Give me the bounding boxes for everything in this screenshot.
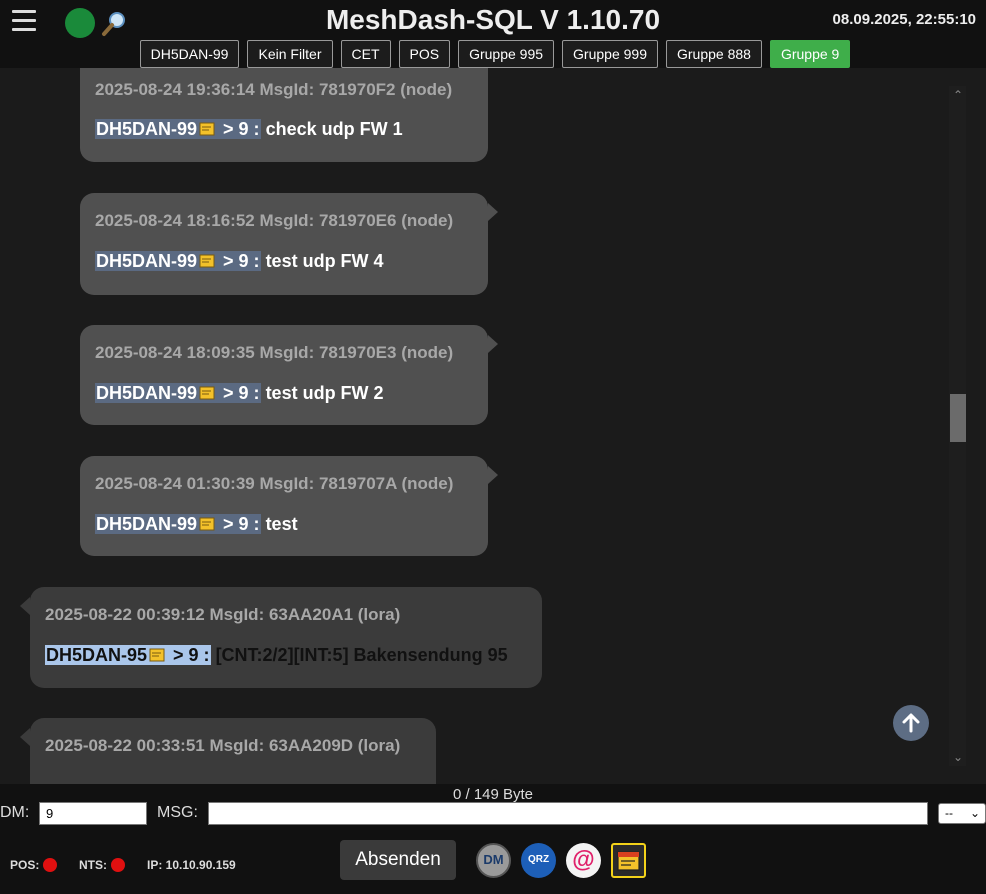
message-line: DH5DAN-99 > 9 : test udp FW 2 [95,383,384,404]
note-icon [149,646,166,662]
sender-callsign[interactable]: DH5DAN-99 > 9 : [95,251,261,271]
message-text: test [260,514,298,534]
chevron-down-icon[interactable]: ⌄ [953,750,963,764]
message-line: DH5DAN-99 > 9 : check udp FW 1 [95,119,403,140]
sender-callsign[interactable]: DH5DAN-95 > 9 : [45,645,211,665]
filter-button-none[interactable]: Kein Filter [247,40,333,68]
message-meta: 2025-08-24 18:16:52 MsgId: 781970E6 (nod… [95,211,454,230]
message-bubble: 2025-08-22 00:39:12 MsgId: 63AA20A1 (lor… [20,587,542,688]
message-meta: 2025-08-24 18:09:35 MsgId: 781970E3 (nod… [95,343,454,362]
search-icon[interactable] [100,10,128,38]
message-bubble: 2025-08-22 00:33:51 MsgId: 63AA209D (lor… [20,718,436,784]
message-text: [CNT:2/2][INT:5] Bakensendung 95 [210,645,508,665]
qrz-icon[interactable]: QRZ [521,843,556,878]
message-line: DH5DAN-99 > 9 : test udp FW 4 [95,251,384,272]
message-bubble: 2025-08-24 01:30:39 MsgId: 7819707A (nod… [80,456,498,556]
compose-panel: 0 / 149 Byte DM: MSG: -- ⌄ POS: NTS: IP: … [0,784,986,894]
dm-icon[interactable]: DM [476,843,511,878]
note-icon [199,120,216,136]
ip-address: IP: 10.10.90.159 [147,858,236,872]
message-text: test udp FW 2 [260,383,384,403]
filter-button-pos[interactable]: POS [398,40,451,68]
message-list[interactable]: 2025-08-24 19:36:14 MsgId: 781970F2 (nod… [0,68,986,784]
chevron-down-icon: ⌄ [969,806,980,820]
pos-status-icon [43,858,58,872]
connection-status-icon[interactable] [65,8,95,38]
template-select-value: -- [945,806,953,820]
message-meta: 2025-08-24 19:36:14 MsgId: 781970F2 (nod… [95,80,453,99]
dm-label: DM: [0,804,30,821]
scrollbar[interactable]: ⌃ ⌄ [949,86,966,766]
byte-counter: 0 / 149 Byte [452,786,534,803]
sender-callsign[interactable]: DH5DAN-99 > 9 : [95,119,261,139]
header-bar: MeshDash-SQL V 1.10.70 08.09.2025, 22:55… [0,0,986,68]
message-input[interactable] [208,802,928,825]
arrow-up-icon [902,713,920,733]
scroll-top-button[interactable] [893,705,929,741]
dm-field[interactable] [39,802,147,825]
notes-icon[interactable] [611,843,646,878]
message-meta: 2025-08-22 00:33:51 MsgId: 63AA209D (lor… [45,736,401,755]
sender-callsign[interactable]: DH5DAN-99 > 9 : [95,383,261,403]
message-text: test udp FW 4 [260,251,384,271]
message-line: DH5DAN-99 > 9 : test [95,514,298,535]
message-bubble: 2025-08-24 18:09:35 MsgId: 781970E3 (nod… [80,325,498,425]
pos-status: POS: [10,858,58,872]
nts-status: NTS: [79,858,125,872]
message-meta: 2025-08-24 01:30:39 MsgId: 7819707A (nod… [95,474,454,493]
send-button[interactable]: Absenden [340,840,456,880]
email-icon[interactable]: @ [566,843,601,878]
sender-callsign[interactable]: DH5DAN-99 > 9 : [95,514,261,534]
message-text: check udp FW 1 [260,119,403,139]
chevron-up-icon[interactable]: ⌃ [953,88,963,102]
filter-button-group-995[interactable]: Gruppe 995 [458,40,555,68]
template-select[interactable]: -- ⌄ [938,803,986,824]
menu-icon[interactable] [12,10,36,34]
nts-status-icon [111,858,125,872]
message-bubble: 2025-08-24 19:36:14 MsgId: 781970F2 (nod… [80,68,488,162]
filter-button-group-888[interactable]: Gruppe 888 [666,40,762,68]
message-meta: 2025-08-22 00:39:12 MsgId: 63AA20A1 (lor… [45,605,401,624]
datetime-display: 08.09.2025, 22:55:10 [832,11,976,28]
message-line: DH5DAN-95 > 9 : [CNT:2/2][INT:5] Bakense… [45,645,508,666]
filter-bar: DH5DAN-99 Kein Filter CET POS Gruppe 995… [0,40,986,68]
scroll-thumb[interactable] [950,394,966,442]
message-bubble: 2025-08-24 18:16:52 MsgId: 781970E6 (nod… [80,193,498,295]
msg-label: MSG: [157,804,198,821]
note-icon [199,252,216,268]
filter-button-callsign[interactable]: DH5DAN-99 [139,40,240,68]
note-icon [199,515,216,531]
filter-button-cet[interactable]: CET [340,40,391,68]
filter-button-group-9[interactable]: Gruppe 9 [769,40,851,68]
note-icon [199,384,216,400]
filter-button-group-999[interactable]: Gruppe 999 [562,40,658,68]
